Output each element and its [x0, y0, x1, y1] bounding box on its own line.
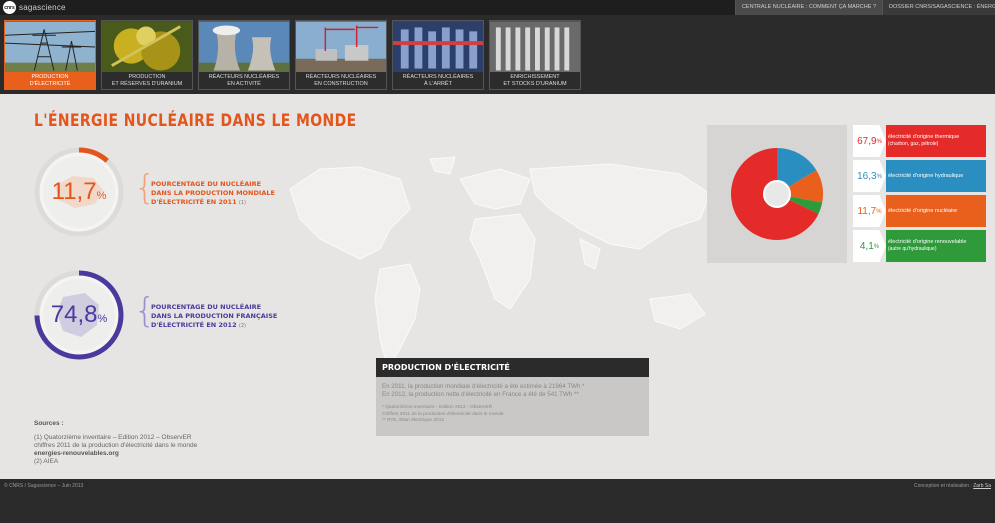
legend-percent: 11,7%: [853, 195, 886, 227]
legend-item-2[interactable]: électricité d'origine nucléaire 11,7%: [853, 195, 986, 227]
thumb-caption: RÉACTEURS NUCLÉAIRES EN CONSTRUCTION: [296, 72, 386, 89]
main-content: L'ÉNERGIE NUCLÉAIRE DANS LE MONDE 11,7%: [0, 94, 995, 479]
thumb-enrichissement[interactable]: ENRICHISSEMENT ET STOCKS D'URANIUM: [489, 20, 581, 90]
footer: © CNRS / Sagascience – Juin 2013 Concept…: [0, 479, 995, 523]
legend-label: électricité d'origine hydraulique: [886, 160, 986, 192]
pylon-image: [5, 21, 95, 74]
world-stat-label: POURCENTAGE DU NUCLÉAIRE DANS LA PRODUCT…: [151, 180, 275, 206]
world-stat-value: 11,7%: [51, 178, 107, 205]
reactor-hall-image: [393, 21, 483, 74]
thumb-production-electricite[interactable]: PRODUCTION D'ÉLECTRICITÉ: [4, 20, 96, 90]
sagascience-logo-text: sagascience: [19, 3, 66, 12]
legend-label: électricité d'origine thermique (charbon,…: [886, 125, 986, 157]
pie-chart-panel: [707, 125, 847, 263]
footer-credit: Conception et réalisation : Zarb Sa: [914, 483, 991, 489]
centrifuge-image: [490, 21, 580, 74]
legend-percent: 67,9%: [853, 125, 886, 157]
source-link[interactable]: energies-renouvelables.org: [34, 450, 197, 458]
france-stat-label: POURCENTAGE DU NUCLÉAIRE DANS LA PRODUCT…: [151, 303, 278, 329]
app-root: cnrs sagascience CENTRALE NUCLÉAIRE : CO…: [0, 0, 995, 523]
source-line: chiffres 2011 de la production d'électri…: [34, 442, 198, 449]
legend-label: électricité d'origine renouvelable (autre…: [886, 230, 986, 262]
production-box-heading: PRODUCTION D'ÉLECTRICITÉ: [376, 358, 649, 377]
construction-image: [296, 21, 386, 74]
production-box-body: En 2011, la production mondiale d'électr…: [382, 383, 585, 398]
top-nav: CENTRALE NUCLÉAIRE : COMMENT ÇA MARCHE ?…: [734, 0, 995, 15]
nav-link-dossier[interactable]: DOSSIER CNRS/SAGASCIENCE : ÉNERGIE NU: [882, 0, 995, 15]
uranium-image: [102, 21, 192, 74]
thumb-caption: RÉACTEURS NUCLÉAIRES EN ACTIVITÉ: [199, 72, 289, 89]
source-line: (2) AIEA: [34, 458, 59, 465]
legend-item-1[interactable]: électricité d'origine hydraulique 16,3%: [853, 160, 986, 192]
thumb-reacteurs-activite[interactable]: RÉACTEURS NUCLÉAIRES EN ACTIVITÉ: [198, 20, 290, 90]
nav-link-centrale[interactable]: CENTRALE NUCLÉAIRE : COMMENT ÇA MARCHE ?: [734, 0, 882, 15]
thumb-reacteurs-construction[interactable]: RÉACTEURS NUCLÉAIRES EN CONSTRUCTION: [295, 20, 387, 90]
thumb-caption: ENRICHISSEMENT ET STOCKS D'URANIUM: [490, 72, 580, 89]
legend-percent: 16,3%: [853, 160, 886, 192]
legend-label: électricité d'origine nucléaire: [886, 195, 986, 227]
sources: Sources : (1) Quatorzième inventaire – E…: [34, 420, 197, 466]
thumb-reacteurs-arret[interactable]: RÉACTEURS NUCLÉAIRES À L'ARRÊT: [392, 20, 484, 90]
logo[interactable]: cnrs sagascience: [3, 1, 66, 14]
legend-percent: 4,1%: [853, 230, 886, 262]
footer-copyright: © CNRS / Sagascience – Juin 2013: [4, 483, 84, 489]
sources-heading: Sources :: [34, 420, 64, 427]
source-line: (1) Quatorzième inventaire – Edition 201…: [34, 434, 192, 441]
energy-mix-pie-chart: [731, 148, 823, 240]
thumb-caption: RÉACTEURS NUCLÉAIRES À L'ARRÊT: [393, 72, 483, 89]
top-bar: cnrs sagascience CENTRALE NUCLÉAIRE : CO…: [0, 0, 995, 15]
cooling-tower-image: [199, 21, 289, 74]
france-stat-value: 74,8%: [50, 301, 108, 328]
footer-credit-link[interactable]: Zarb Sa: [973, 483, 991, 489]
page-title: L'ÉNERGIE NUCLÉAIRE DANS LE MONDE: [34, 111, 357, 131]
legend-item-3[interactable]: électricité d'origine renouvelable (autre…: [853, 230, 986, 262]
thumb-production-uranium[interactable]: PRODUCTION ET RÉSERVES D'URANIUM: [101, 20, 193, 90]
cnrs-logo-icon: cnrs: [3, 1, 16, 14]
legend-item-0[interactable]: électricité d'origine thermique (charbon,…: [853, 125, 986, 157]
pie-center-hole: [763, 180, 791, 208]
section-thumbnails: PRODUCTION D'ÉLECTRICITÉ PRODUCTION ET RÉS…: [0, 15, 995, 94]
production-info-box: PRODUCTION D'ÉLECTRICITÉ En 2011, la pro…: [376, 358, 649, 436]
thumb-caption: PRODUCTION D'ÉLECTRICITÉ: [5, 72, 95, 89]
thumb-caption: PRODUCTION ET RÉSERVES D'URANIUM: [102, 72, 192, 89]
production-box-notes: * Quatorzième inventaire - Edition 2012 …: [382, 405, 504, 423]
